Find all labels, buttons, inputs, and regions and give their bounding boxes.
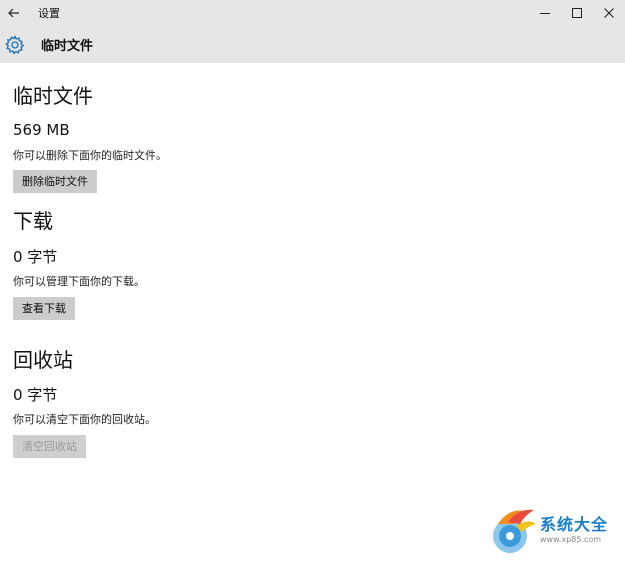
temp-files-size: 569 MB xyxy=(13,121,70,139)
recycle-bin-description: 你可以清空下面你的回收站。 xyxy=(13,413,156,426)
downloads-heading: 下载 xyxy=(13,209,53,233)
maximize-icon xyxy=(572,8,582,18)
empty-recycle-bin-button[interactable]: 清空回收站 xyxy=(13,435,86,458)
delete-temp-files-button[interactable]: 删除临时文件 xyxy=(13,170,97,193)
downloads-size: 0 字节 xyxy=(13,248,58,266)
watermark: 系统大全 www.xp85.com xyxy=(488,502,622,558)
temp-files-heading: 临时文件 xyxy=(13,84,93,108)
watermark-title: 系统大全 xyxy=(540,515,609,534)
view-downloads-button[interactable]: 查看下载 xyxy=(13,297,75,320)
close-icon xyxy=(604,8,614,18)
window-controls xyxy=(529,0,625,26)
minimize-button[interactable] xyxy=(529,0,561,26)
maximize-button[interactable] xyxy=(561,0,593,26)
page-title: 临时文件 xyxy=(41,39,94,54)
page-header: 临时文件 xyxy=(0,26,625,63)
back-arrow-icon xyxy=(8,8,19,18)
temp-files-description: 你可以删除下面你的临时文件。 xyxy=(13,149,167,162)
recycle-bin-heading: 回收站 xyxy=(13,348,73,372)
watermark-url: www.xp85.com xyxy=(540,535,602,544)
recycle-bin-size: 0 字节 xyxy=(13,386,58,404)
watermark-logo xyxy=(493,509,536,553)
downloads-description: 你可以管理下面你的下载。 xyxy=(13,275,145,288)
gear-icon xyxy=(3,33,27,57)
title-bar: 设置 xyxy=(0,0,625,26)
minimize-icon xyxy=(540,13,550,14)
close-button[interactable] xyxy=(593,0,625,26)
back-button[interactable] xyxy=(0,0,28,26)
window-title: 设置 xyxy=(38,7,60,20)
